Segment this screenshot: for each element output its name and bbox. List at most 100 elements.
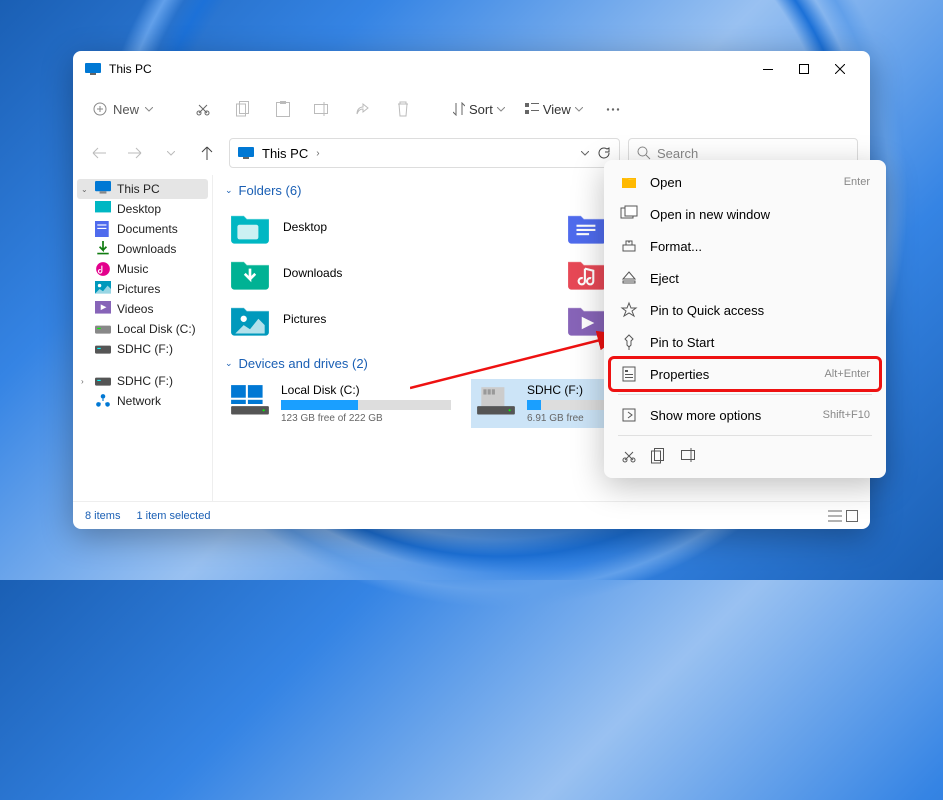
pictures-icon	[95, 282, 111, 296]
arrow-left-icon	[92, 147, 106, 159]
folder-item-pictures[interactable]: Pictures	[225, 298, 522, 340]
ctx-action-scissors[interactable]	[620, 448, 638, 464]
share-button[interactable]	[345, 93, 381, 125]
item-count: 8 items	[85, 510, 120, 522]
folder-item-desktop[interactable]: Desktop	[225, 206, 522, 248]
sidebar-item-label: Desktop	[117, 202, 161, 216]
network-icon	[95, 394, 111, 408]
ctx-newwin[interactable]: Open in new window	[610, 198, 880, 230]
ctx-action-copy[interactable]	[650, 448, 668, 464]
ctx-label: Open	[650, 175, 832, 190]
rename-icon	[680, 448, 698, 464]
folder-icon	[229, 210, 271, 244]
chevron-down-icon[interactable]	[581, 151, 589, 156]
share-icon	[355, 102, 371, 116]
sidebar-item-sd[interactable]: SDHC (F:)	[73, 339, 212, 359]
context-menu: Open Enter Open in new windowFormat...Ejec…	[604, 160, 886, 478]
forward-button[interactable]	[121, 139, 149, 167]
window-title: This PC	[109, 62, 750, 76]
back-button[interactable]	[85, 139, 113, 167]
copy-icon	[650, 448, 668, 464]
eject-icon	[620, 269, 638, 287]
close-button[interactable]	[822, 55, 858, 83]
ctx-shortcut: Shift+F10	[823, 409, 870, 421]
ctx-open[interactable]: Open Enter	[610, 166, 880, 198]
drive-icon	[475, 383, 517, 417]
details-view-icon[interactable]	[828, 510, 842, 522]
sidebar-item-disk[interactable]: Local Disk (C:)	[73, 319, 212, 339]
ctx-format[interactable]: Format...	[610, 230, 880, 262]
sidebar-item-network[interactable]: Network	[73, 391, 212, 411]
chevron-down-icon: ⌄	[225, 185, 233, 196]
ctx-label: Pin to Start	[650, 335, 870, 350]
trash-icon	[396, 101, 410, 117]
open-icon	[620, 173, 638, 191]
ctx-props[interactable]: Properties Alt+Enter	[610, 358, 880, 390]
delete-button[interactable]	[385, 93, 421, 125]
downloads-icon	[95, 242, 111, 256]
ctx-shortcut: Enter	[844, 176, 870, 188]
sidebar-item-pc[interactable]: ⌄This PC	[77, 179, 208, 199]
folder-icon	[566, 210, 608, 244]
ctx-label: Pin to Quick access	[650, 303, 870, 318]
up-button[interactable]	[193, 139, 221, 167]
new-button[interactable]: New	[85, 98, 161, 121]
sidebar-item-downloads[interactable]: Downloads	[73, 239, 212, 259]
breadcrumb-root[interactable]: This PC	[262, 146, 308, 161]
chevron-down-icon: ⌄	[225, 358, 233, 369]
search-placeholder: Search	[657, 146, 698, 161]
sidebar-item-label: Pictures	[117, 282, 160, 296]
sidebar-item-documents[interactable]: Documents	[73, 219, 212, 239]
rename-button[interactable]	[305, 93, 341, 125]
sidebar-item-desktop[interactable]: Desktop	[73, 199, 212, 219]
more-button[interactable]	[595, 93, 631, 125]
copy-button[interactable]	[225, 93, 261, 125]
status-bar: 8 items 1 item selected	[73, 501, 870, 529]
ctx-shortcut: Alt+Enter	[824, 368, 870, 380]
sidebar-item-sd[interactable]: ›SDHC (F:)	[73, 371, 212, 391]
folder-item-downloads[interactable]: Downloads	[225, 252, 522, 294]
ctx-pin[interactable]: Pin to Start	[610, 326, 880, 358]
menu-separator	[618, 435, 872, 436]
sidebar-item-label: Music	[117, 262, 148, 276]
large-icons-view-icon[interactable]	[846, 510, 858, 522]
maximize-button[interactable]	[786, 55, 822, 83]
ctx-label: Show more options	[650, 408, 811, 423]
plus-icon	[93, 102, 107, 116]
ctx-star[interactable]: Pin to Quick access	[610, 294, 880, 326]
folder-label: Desktop	[283, 220, 327, 234]
paste-button[interactable]	[265, 93, 301, 125]
titlebar[interactable]: This PC	[73, 51, 870, 87]
documents-icon	[95, 222, 111, 236]
selection-count: 1 item selected	[136, 510, 210, 522]
ctx-action-row	[610, 440, 880, 472]
drive-item[interactable]: Local Disk (C:)123 GB free of 222 GB	[225, 379, 455, 428]
folder-label: Pictures	[283, 312, 326, 326]
ctx-eject[interactable]: Eject	[610, 262, 880, 294]
view-button[interactable]: View	[517, 102, 591, 117]
star-icon	[620, 301, 638, 319]
format-icon	[620, 237, 638, 255]
folder-icon	[229, 256, 271, 290]
minimize-button[interactable]	[750, 55, 786, 83]
sidebar-item-label: Local Disk (C:)	[117, 322, 196, 336]
sidebar-item-videos[interactable]: Videos	[73, 299, 212, 319]
sidebar-item-pictures[interactable]: Pictures	[73, 279, 212, 299]
refresh-icon[interactable]	[597, 146, 611, 160]
chevron-right-icon[interactable]: ›	[316, 148, 319, 159]
sidebar-item-label: Network	[117, 394, 161, 408]
ctx-label: Properties	[650, 367, 812, 382]
ctx-more[interactable]: Show more options Shift+F10	[610, 399, 880, 431]
scissors-icon	[620, 448, 638, 464]
sidebar-item-music[interactable]: Music	[73, 259, 212, 279]
folder-icon	[229, 302, 271, 336]
address-bar[interactable]: This PC ›	[229, 138, 620, 168]
drive-icon	[229, 383, 271, 417]
cut-button[interactable]	[185, 93, 221, 125]
folder-icon	[566, 256, 608, 290]
sort-button[interactable]: Sort	[445, 102, 513, 117]
newwin-icon	[620, 205, 638, 223]
ctx-action-rename[interactable]	[680, 448, 698, 464]
rename-icon	[314, 102, 332, 116]
recent-button[interactable]	[157, 139, 185, 167]
